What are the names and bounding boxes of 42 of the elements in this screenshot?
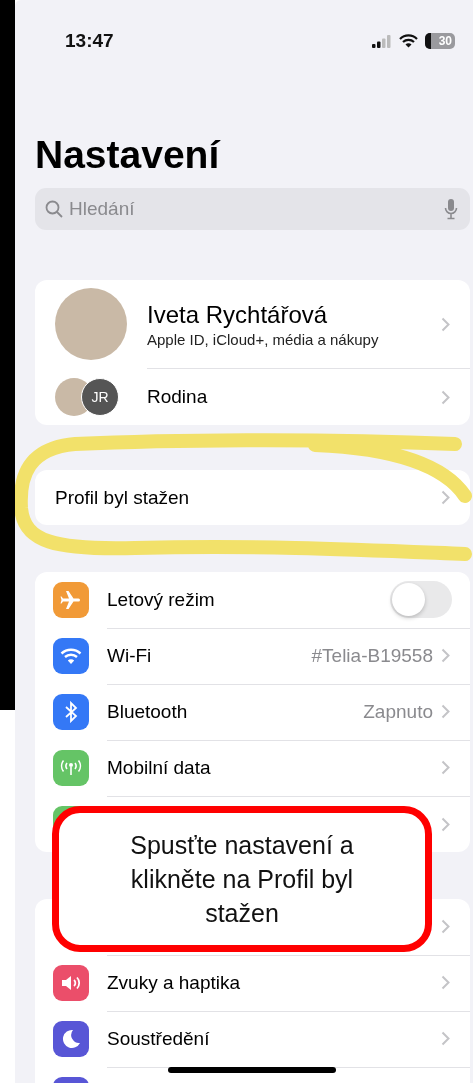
chevron-icon (441, 316, 450, 332)
row-value: Zapnuto (363, 700, 433, 723)
row-label: Zvuky a haptika (107, 971, 241, 994)
page-title: Nastavení (35, 132, 222, 178)
chevron-icon (441, 490, 450, 505)
row-label: Wi-Fi (107, 644, 152, 667)
row-label: Soustředění (107, 1027, 210, 1050)
search-field[interactable]: Hledání (35, 188, 470, 230)
chevron-icon (441, 919, 450, 934)
settings-row[interactable]: Soustředění (35, 1011, 470, 1067)
microphone-icon[interactable] (444, 198, 458, 220)
profile-downloaded-row[interactable]: Profil byl stažen (35, 470, 470, 525)
row-label: Bluetooth (107, 700, 188, 723)
settings-row[interactable]: Bluetooth Zapnuto (35, 684, 470, 740)
account-name: Iveta Rychtářová (147, 300, 329, 329)
toggle-switch[interactable] (390, 581, 452, 618)
row-value: #Telia-B19558 (311, 644, 433, 667)
account-row[interactable]: Iveta Rychtářová Apple ID, iCloud+, média a nákupy (35, 280, 470, 368)
chevron-icon (441, 648, 450, 663)
chevron-icon (441, 1031, 450, 1046)
settings-row[interactable]: Zvuky a haptika (35, 955, 470, 1011)
initials-avatar: JR (81, 378, 119, 416)
row-label: Letový režim (107, 588, 215, 611)
settings-row[interactable]: Mobilní data (35, 740, 470, 796)
settings-row[interactable]: Letový režim (35, 572, 470, 628)
chevron-icon (441, 704, 450, 719)
chevron-icon (441, 389, 450, 405)
chevron-icon (441, 816, 450, 832)
row-label: Mobilní data (107, 756, 211, 779)
row-label: Profil byl stažen (55, 486, 191, 509)
chevron-icon (441, 760, 450, 775)
status-time: 13:47 (65, 30, 114, 52)
battery-icon: 30 (425, 33, 455, 49)
settings-row[interactable]: Wi-Fi #Telia-B19558 (35, 628, 470, 684)
signal-icon (372, 34, 392, 48)
instruction-text: Spusťte nastavení a klikněte na Profil byl stažen (129, 830, 355, 929)
chevron-icon (441, 975, 450, 990)
wifi-icon (399, 34, 418, 48)
account-subtitle: Apple ID, iCloud+, média a nákupy (147, 330, 380, 348)
family-row[interactable]: JR Rodina (35, 369, 470, 425)
search-icon (45, 200, 63, 218)
row-label: Rodina (147, 386, 209, 408)
